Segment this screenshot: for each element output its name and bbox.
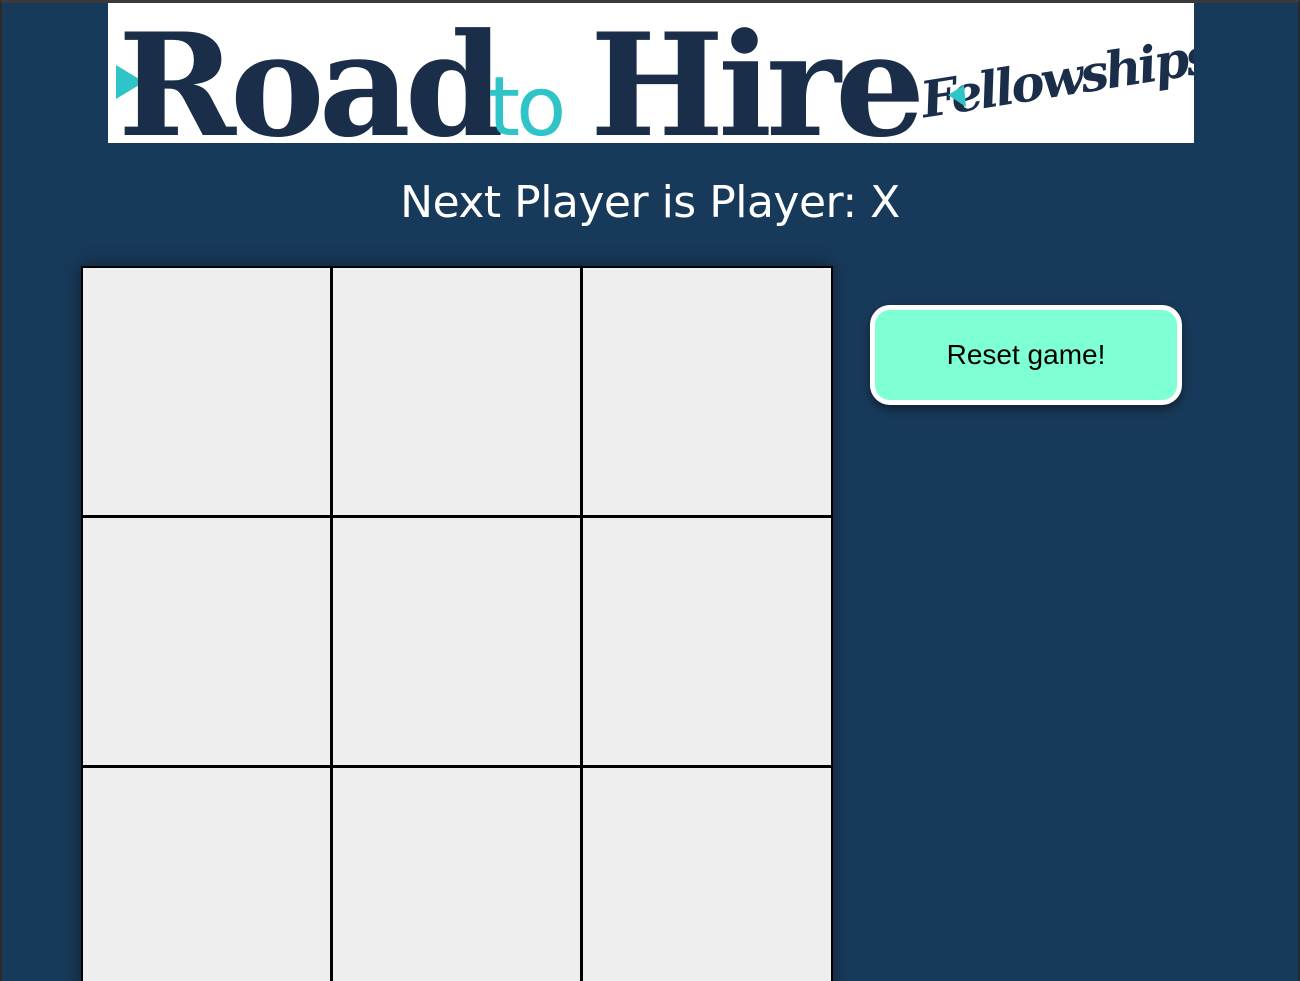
board-cell-9[interactable] (581, 766, 833, 981)
board-cell-3[interactable] (581, 266, 833, 517)
board-cell-7[interactable] (81, 766, 332, 981)
board-cell-6[interactable] (581, 516, 833, 767)
tic-tac-toe-board (81, 266, 833, 981)
board-cell-4[interactable] (81, 516, 332, 767)
logo-graphic: Road to Hire Fellowships (116, 3, 1194, 143)
road-to-hire-logo: Road to Hire Fellowships (108, 3, 1194, 143)
logo-word-hire: Hire (590, 3, 919, 143)
board-cell-1[interactable] (81, 266, 332, 517)
app-page: Road to Hire Fellowships Next Player is … (0, 0, 1300, 981)
board-cell-2[interactable] (331, 266, 582, 517)
next-player-status: Next Player is Player: X (400, 177, 900, 228)
board-cell-8[interactable] (331, 766, 582, 981)
logo-word-fellowships: Fellowships (915, 25, 1194, 130)
board-cell-5[interactable] (331, 516, 582, 767)
reset-game-button[interactable]: Reset game! (870, 305, 1182, 405)
logo-word-road: Road (118, 3, 501, 143)
logo-word-to: to (488, 60, 562, 143)
